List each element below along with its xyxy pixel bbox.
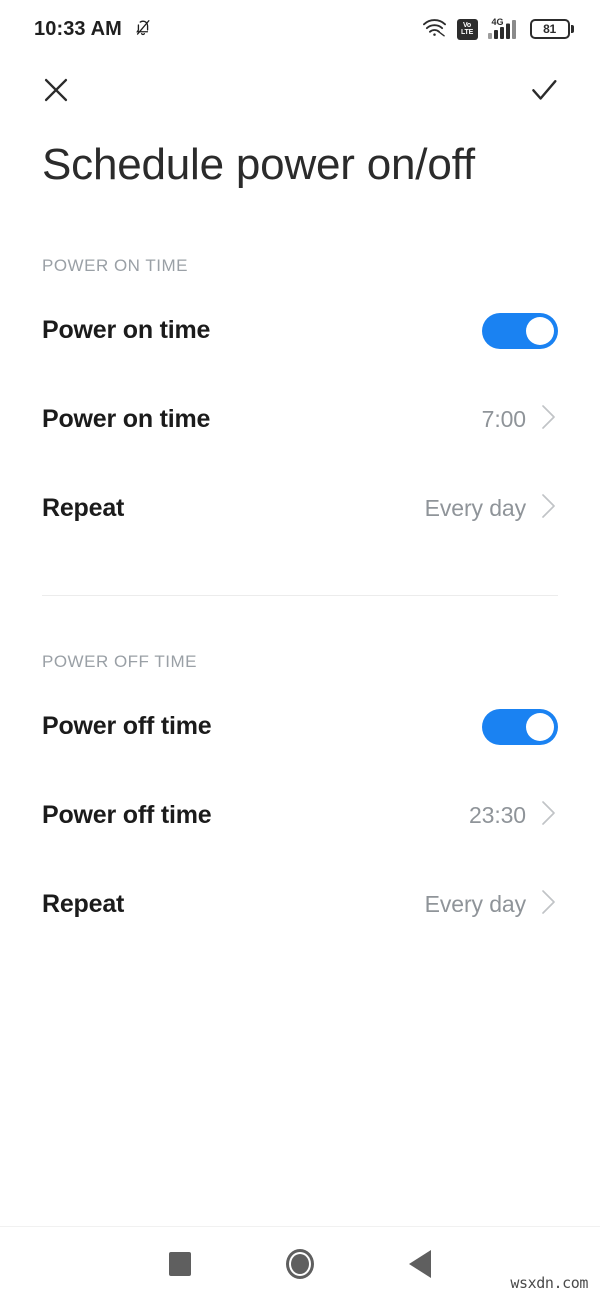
row-power-off-repeat[interactable]: Repeat Every day <box>0 860 600 949</box>
action-bar <box>0 58 600 126</box>
wifi-icon <box>422 17 447 42</box>
close-button[interactable] <box>34 70 78 114</box>
row-label: Power on time <box>42 405 211 434</box>
status-bar-right: Vo LTE 4G 81 <box>422 17 574 42</box>
toggle-knob <box>526 316 554 345</box>
back-triangle-icon <box>409 1249 431 1278</box>
power-off-time-toggle[interactable] <box>482 708 558 745</box>
row-power-on-time[interactable]: Power on time 7:00 <box>0 375 600 464</box>
status-bar-left: 10:33 AM <box>34 17 153 42</box>
volte-line-1: Vo <box>462 22 472 29</box>
section-header-power-on: POWER ON TIME <box>42 256 188 276</box>
row-power-on-toggle[interactable]: Power on time <box>0 286 600 375</box>
battery-body: 81 <box>529 19 570 39</box>
network-type-label: 4G <box>491 17 504 27</box>
volte-line-2: LTE <box>460 29 474 36</box>
home-circle-icon <box>286 1248 314 1279</box>
chevron-right-icon <box>540 402 558 437</box>
row-right: 7:00 <box>482 402 558 437</box>
recents-square-icon <box>169 1251 191 1276</box>
row-label: Repeat <box>42 494 125 523</box>
chevron-right-icon <box>540 491 558 526</box>
status-bar: 10:33 AM Vo LTE 4G 81 <box>0 0 600 58</box>
chevron-right-icon <box>540 798 558 833</box>
row-power-off-time[interactable]: Power off time 23:30 <box>0 771 600 860</box>
battery-level-label: 81 <box>543 22 556 36</box>
row-power-off-toggle[interactable]: Power off time <box>0 682 600 771</box>
watermark: wsxdn.com <box>510 1274 588 1292</box>
confirm-button[interactable] <box>522 70 566 114</box>
cellular-signal-icon: 4G <box>487 17 520 40</box>
row-value: 7:00 <box>481 406 526 433</box>
row-value: Every day <box>424 891 526 918</box>
close-icon <box>39 73 73 112</box>
checkmark-icon <box>527 73 561 112</box>
section-divider <box>42 595 558 597</box>
row-right: Every day <box>425 491 558 526</box>
power-on-time-toggle[interactable] <box>482 312 558 349</box>
row-value: Every day <box>424 495 526 522</box>
back-button[interactable] <box>392 1236 448 1292</box>
battery-icon: 81 <box>529 19 574 39</box>
row-label: Power off time <box>42 712 212 741</box>
battery-cap <box>571 25 574 33</box>
volte-icon: Vo LTE <box>456 18 478 40</box>
row-label: Power off time <box>42 801 212 830</box>
row-right: Every day <box>425 887 558 922</box>
row-power-on-repeat[interactable]: Repeat Every day <box>0 464 600 553</box>
row-label: Repeat <box>42 890 125 919</box>
toggle-knob <box>526 712 554 741</box>
section-header-power-off: POWER OFF TIME <box>42 652 197 672</box>
status-time: 10:33 AM <box>34 17 122 40</box>
bell-muted-icon <box>133 17 153 42</box>
recents-button[interactable] <box>152 1236 208 1292</box>
row-value: 23:30 <box>468 802 526 829</box>
home-button[interactable] <box>272 1236 328 1292</box>
page-title: Schedule power on/off <box>42 140 475 189</box>
home-circle-inner <box>291 1253 309 1274</box>
row-label: Power on time <box>42 316 211 345</box>
chevron-right-icon <box>540 887 558 922</box>
row-right: 23:30 <box>469 798 558 833</box>
